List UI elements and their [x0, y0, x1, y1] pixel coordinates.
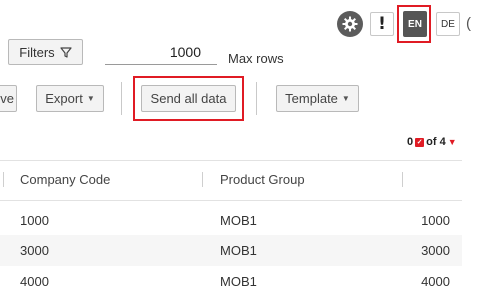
funnel-icon	[60, 46, 72, 58]
checkbox-checked-icon[interactable]: ✓	[415, 137, 425, 147]
column-header-company-code[interactable]: Company Code	[20, 172, 110, 187]
exclamation-icon: !	[378, 14, 386, 34]
filter-active-icon[interactable]: ▼	[448, 137, 457, 147]
template-button[interactable]: Template ▼	[276, 85, 359, 112]
column-header-product-group[interactable]: Product Group	[220, 172, 305, 187]
table-header-border	[0, 200, 462, 201]
settings-button[interactable]	[337, 11, 363, 37]
cell-company-code: 3000	[20, 243, 49, 258]
export-button[interactable]: Export ▼	[36, 85, 104, 112]
selected-count: 0	[407, 136, 414, 148]
chevron-down-icon: ▼	[341, 94, 350, 103]
cut-off-control[interactable]: (	[466, 15, 471, 32]
filters-button[interactable]: Filters	[8, 39, 83, 65]
toolbar-divider	[121, 82, 122, 115]
send-all-data-label: Send all data	[150, 91, 227, 106]
cell-value: 4000	[421, 274, 450, 289]
language-de-button[interactable]: DE	[436, 12, 460, 36]
chevron-down-icon: ▼	[86, 94, 95, 103]
language-en-button[interactable]: EN	[403, 11, 427, 37]
table-top-border	[0, 160, 462, 161]
export-label: Export	[45, 91, 83, 106]
table-row[interactable]: 4000 MOB1 4000	[0, 266, 462, 297]
table-row[interactable]: 1000 MOB1 1000	[0, 203, 462, 234]
cell-product-group: MOB1	[220, 243, 257, 258]
cell-value: 1000	[421, 213, 450, 228]
send-all-data-button[interactable]: Send all data	[141, 85, 236, 112]
info-button[interactable]: !	[370, 12, 394, 36]
cell-company-code: 1000	[20, 213, 49, 228]
column-separator[interactable]	[202, 172, 203, 187]
selection-counter: 0 ✓ of 4 ▼	[407, 136, 457, 148]
cell-product-group: MOB1	[220, 274, 257, 289]
cell-product-group: MOB1	[220, 213, 257, 228]
remove-button[interactable]: ove	[0, 85, 17, 112]
cell-value: 3000	[421, 243, 450, 258]
cell-company-code: 4000	[20, 274, 49, 289]
language-en-label: EN	[408, 18, 422, 30]
remove-label: ove	[0, 91, 14, 106]
gear-icon	[342, 16, 358, 32]
table-row[interactable]: 3000 MOB1 3000	[0, 235, 462, 266]
total-count: of 4	[426, 136, 446, 148]
filters-label: Filters	[19, 44, 55, 60]
max-rows-label: Max rows	[228, 51, 284, 66]
language-de-label: DE	[441, 18, 455, 30]
max-rows-input[interactable]	[105, 41, 217, 65]
column-separator[interactable]	[402, 172, 403, 187]
toolbar-divider	[256, 82, 257, 115]
column-separator[interactable]	[3, 172, 4, 187]
template-label: Template	[285, 91, 338, 106]
